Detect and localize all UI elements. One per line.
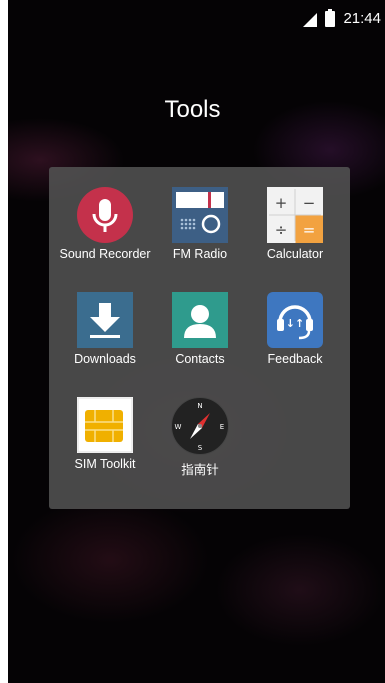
compass-east-label: E <box>220 423 224 431</box>
app-label: Downloads <box>74 352 136 366</box>
folder-title[interactable]: Tools <box>0 96 385 124</box>
app-label: Feedback <box>267 352 323 366</box>
app-label: Sound Recorder <box>59 247 151 261</box>
status-bar: 21:44 <box>8 0 385 36</box>
sim-card-icon <box>77 397 133 453</box>
calc-equals-key: = <box>303 221 316 239</box>
compass-icon: N E S W <box>171 397 229 455</box>
app-label: 指南针 <box>181 463 219 477</box>
app-label: Contacts <box>175 352 225 366</box>
calc-minus-key: − <box>303 194 316 212</box>
app-compass[interactable]: N E S W 指南针 <box>152 397 248 478</box>
calc-divide-key: ÷ <box>275 221 288 239</box>
signal-icon <box>303 13 317 27</box>
calculator-icon: + − ÷ = <box>267 187 323 243</box>
radio-icon <box>172 187 228 243</box>
app-sound-recorder[interactable]: Sound Recorder <box>57 187 153 261</box>
battery-icon <box>325 9 335 27</box>
compass-south-label: S <box>198 444 203 452</box>
headset-icon: ↓↑ <box>267 292 323 348</box>
app-downloads[interactable]: Downloads <box>57 292 153 366</box>
compass-west-label: W <box>175 423 182 431</box>
status-time: 21:44 <box>343 10 381 27</box>
person-icon <box>172 292 228 348</box>
folder-panel: Sound Recorder FM Radio + − ÷ = Calculat… <box>49 167 350 509</box>
app-label: Calculator <box>266 247 324 261</box>
app-fm-radio[interactable]: FM Radio <box>152 187 248 261</box>
app-feedback[interactable]: ↓↑ Feedback <box>247 292 343 366</box>
app-calculator[interactable]: + − ÷ = Calculator <box>247 187 343 261</box>
app-sim-toolkit[interactable]: SIM Toolkit <box>57 397 153 471</box>
app-label: SIM Toolkit <box>74 457 136 471</box>
compass-north-label: N <box>197 402 202 410</box>
microphone-icon <box>77 187 133 243</box>
download-arrow-icon <box>77 292 133 348</box>
svg-text:↓↑: ↓↑ <box>286 317 304 330</box>
app-contacts[interactable]: Contacts <box>152 292 248 366</box>
calc-plus-key: + <box>275 194 288 212</box>
app-label: FM Radio <box>172 247 228 261</box>
